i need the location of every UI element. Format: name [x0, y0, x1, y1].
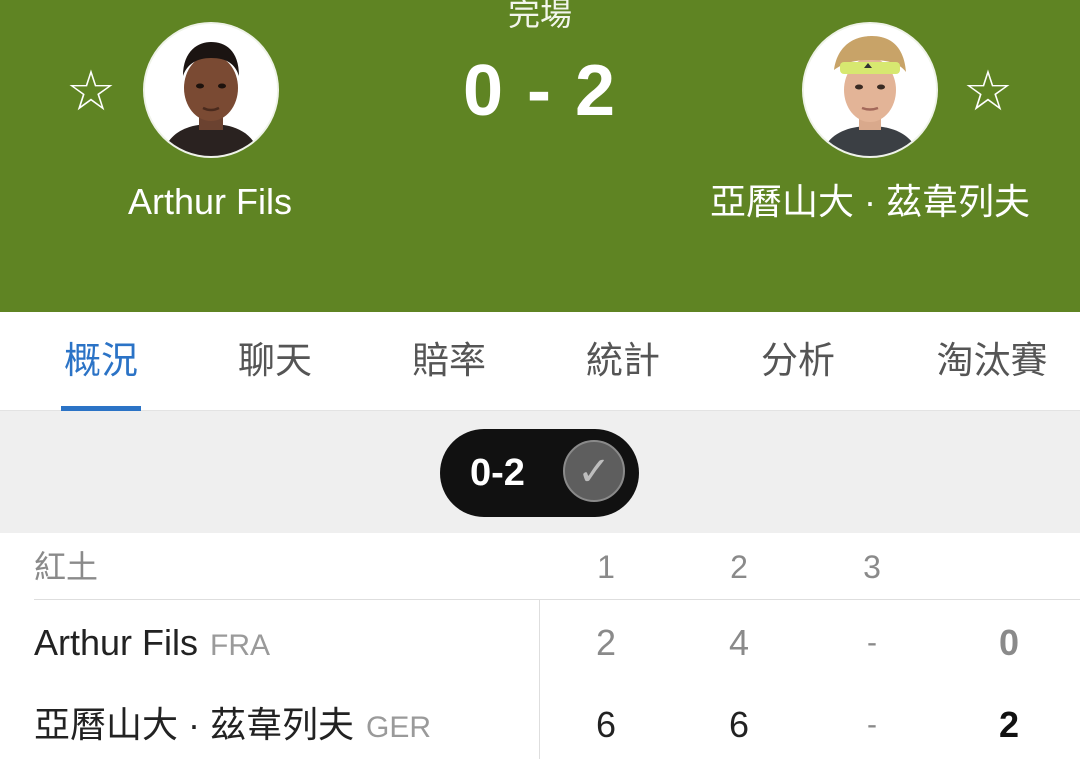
set-score-filter-button[interactable]: 0-2 ✓ — [440, 429, 639, 517]
sets-won-total: 0 — [998, 622, 1020, 663]
court-surface-label: 紅土 — [34, 548, 99, 586]
table-row[interactable]: Arthur Fils FRA 2 4 - 0 — [0, 603, 1080, 683]
checkmark-icon: ✓ — [563, 440, 625, 502]
row-player-name: 亞曆山大 · 茲韋列夫 GER — [34, 703, 431, 750]
avatar-away-player[interactable] — [804, 24, 936, 156]
set-header-1: 1 — [597, 549, 615, 585]
tab-knockout[interactable]: 淘汰賽 — [927, 312, 1057, 410]
match-header: 完場 ☆ Arthur Fils 0 - 2 ☆ 亞曆山大 · 茲韋列夫 — [0, 0, 1080, 312]
favorite-star-icon-away[interactable]: ☆ — [958, 62, 1018, 122]
away-player-name[interactable]: 亞曆山大 · 茲韋列夫 — [700, 180, 1040, 224]
row-player-name-text: Arthur Fils — [34, 622, 199, 663]
set-header-3: 3 — [863, 549, 881, 585]
set-2-score: 4 — [728, 622, 750, 663]
set-1-score: 2 — [595, 622, 617, 663]
home-player-name[interactable]: Arthur Fils — [60, 180, 360, 224]
tab-analysis[interactable]: 分析 — [748, 312, 848, 410]
tab-odds[interactable]: 賠率 — [399, 312, 499, 410]
tab-chat[interactable]: 聊天 — [225, 312, 325, 410]
player-photo-home — [145, 24, 277, 156]
match-score: 0 - 2 — [462, 51, 618, 131]
set-score-table: 紅土 1 2 3 Arthur Fils FRA 2 4 - 0 亞曆山大 · 茲… — [0, 533, 1080, 759]
set-1-score: 6 — [595, 704, 617, 745]
set-score-filter-label: 0-2 — [470, 452, 525, 494]
match-status: 完場 — [507, 0, 572, 32]
table-divider — [34, 599, 1080, 600]
tab-bar: 概況 聊天 賠率 統計 分析 淘汰賽 — [0, 312, 1080, 411]
table-row[interactable]: 亞曆山大 · 茲韋列夫 GER 6 6 - 2 — [0, 685, 1080, 765]
set-header-2: 2 — [730, 549, 748, 585]
row-player-country: GER — [366, 711, 432, 744]
set-3-score: - — [867, 708, 877, 741]
tab-stats[interactable]: 統計 — [573, 312, 673, 410]
row-player-name: Arthur Fils FRA — [34, 621, 270, 668]
set-3-score: - — [867, 626, 877, 659]
favorite-star-icon-home[interactable]: ☆ — [61, 62, 121, 122]
tab-overview[interactable]: 概況 — [51, 312, 151, 410]
set-2-score: 6 — [728, 704, 750, 745]
row-player-country: FRA — [210, 629, 271, 662]
sets-won-total: 2 — [998, 704, 1020, 745]
set-filter-bar: 0-2 ✓ — [0, 411, 1080, 533]
avatar-home-player[interactable] — [145, 24, 277, 156]
player-photo-away — [804, 24, 936, 156]
row-player-name-text: 亞曆山大 · 茲韋列夫 — [34, 704, 354, 745]
